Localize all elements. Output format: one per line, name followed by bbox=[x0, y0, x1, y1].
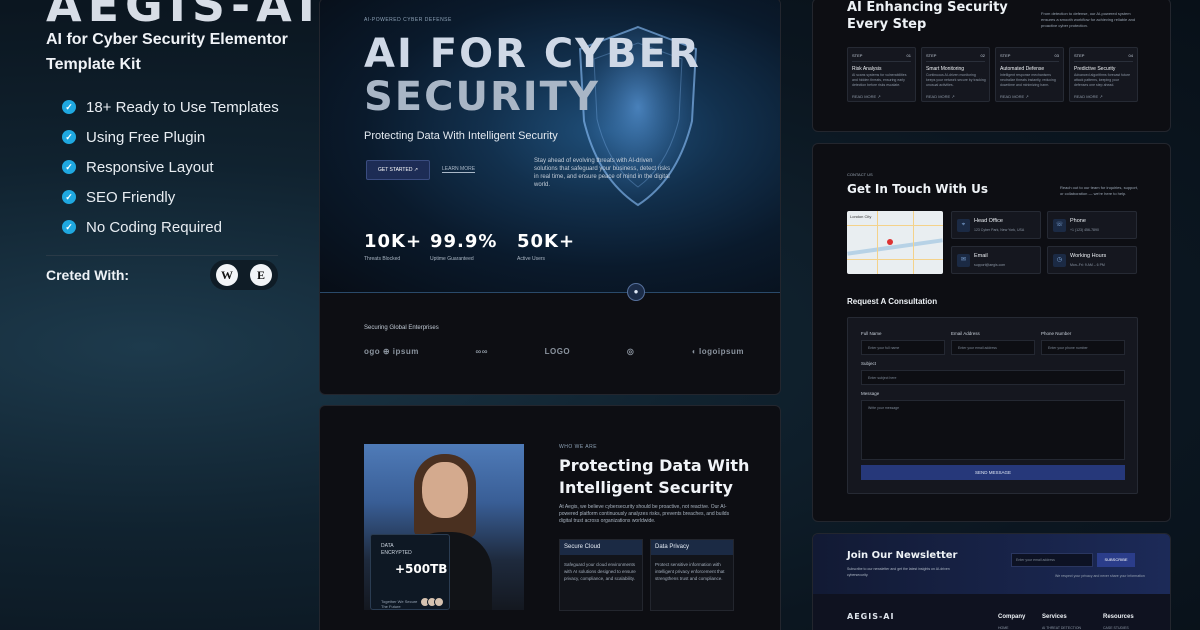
get-started-button[interactable]: GET STARTED ↗ bbox=[366, 160, 430, 180]
location-map[interactable]: London City bbox=[847, 211, 943, 274]
hero-description: Stay ahead of evolving threats with AI-d… bbox=[534, 158, 671, 188]
data-encrypted-card: DATA ENCRYPTED +500TB Together We Secure… bbox=[370, 534, 450, 610]
email-input[interactable]: Enter your email address bbox=[951, 340, 1035, 355]
stat-threats: 10K+ Threats Blocked bbox=[364, 231, 423, 262]
newsletter-preview: Join Our Newsletter Subscribe to our new… bbox=[812, 533, 1171, 630]
client-logo: ∞∞ bbox=[475, 347, 488, 356]
about-tag: WHO WE ARE bbox=[559, 444, 598, 450]
stat-users: 50K+ Active Users bbox=[517, 231, 576, 262]
newsletter-note: We respect your privacy and never share … bbox=[1055, 574, 1145, 578]
consultation-form: Full Name Email Address Phone Number Ent… bbox=[847, 317, 1138, 494]
check-icon: ✓ bbox=[62, 220, 76, 234]
step-card: STEP 01 Risk Analysis AI scans systems for… bbox=[847, 47, 916, 102]
phone-input[interactable]: Enter your phone number bbox=[1041, 340, 1125, 355]
steps-description: From detection to defense, our AI-powere… bbox=[1041, 11, 1136, 28]
check-icon: ✓ bbox=[62, 100, 76, 114]
hero-title: AI FOR CYBER SECURITY bbox=[364, 31, 701, 120]
footer-link[interactable]: CASE STUDIES bbox=[1103, 626, 1129, 630]
read-more-link[interactable]: READ MORE ↗ bbox=[1074, 94, 1103, 99]
hero-subtitle: Protecting Data With Intelligent Securit… bbox=[364, 130, 558, 142]
steps-heading: AI Enhancing Security Every Step bbox=[847, 0, 1008, 32]
created-with: Creted With: W E bbox=[46, 255, 278, 293]
avatar bbox=[434, 597, 444, 607]
client-logo: ◖ logoipsum bbox=[690, 347, 744, 356]
logos-title: Securing Global Enterprises bbox=[364, 325, 439, 331]
check-icon: ✓ bbox=[62, 160, 76, 174]
info-head-office: ⌖ Head Office 123 Cyber Park, New York, US… bbox=[951, 211, 1041, 239]
contact-preview: CONTACT US Get In Touch With Us Reach ou… bbox=[812, 143, 1171, 522]
hero-tag: AI-POWERED CYBER DEFENSE bbox=[364, 17, 452, 23]
scroll-down-icon[interactable]: ● bbox=[627, 283, 645, 301]
stat-uptime: 99.9% Uptime Guaranteed bbox=[430, 231, 498, 262]
kit-title: AI for Cyber Security Elementor Template… bbox=[46, 31, 288, 73]
created-label: Creted With: bbox=[46, 266, 130, 283]
read-more-link[interactable]: READ MORE ↗ bbox=[926, 94, 955, 99]
full-name-input[interactable]: Enter your full name bbox=[861, 340, 945, 355]
client-logos: ogo ⊕ ipsum ∞∞ LOGO ◎ ◖ logoipsum bbox=[364, 347, 744, 356]
newsletter-heading: Join Our Newsletter bbox=[847, 550, 958, 561]
location-icon: ⌖ bbox=[957, 219, 970, 232]
hero-preview: AI-POWERED CYBER DEFENSE AI FOR CYBER SE… bbox=[319, 0, 781, 395]
contact-description: Reach out to our team for inquiries, sup… bbox=[1060, 185, 1139, 196]
feature-list: ✓ 18+ Ready to Use Templates ✓ Using Free … bbox=[62, 92, 279, 242]
client-logo: ◎ bbox=[626, 347, 635, 356]
feature-card-secure-cloud: Secure Cloud Safeguard your cloud enviro… bbox=[559, 539, 643, 611]
wordpress-icon: W bbox=[216, 264, 238, 286]
avatar-group bbox=[420, 597, 444, 607]
read-more-link[interactable]: READ MORE ↗ bbox=[1000, 94, 1029, 99]
footer-col-services: Services bbox=[1042, 614, 1067, 620]
check-icon: ✓ bbox=[62, 130, 76, 144]
newsletter-description: Subscribe to our newsletter and get the … bbox=[847, 567, 950, 577]
form-heading: Request A Consultation bbox=[847, 297, 938, 306]
step-card: STEP 04 Predictive Security Advanced algor… bbox=[1069, 47, 1138, 102]
feature-item: ✓ SEO Friendly bbox=[62, 182, 279, 212]
footer-link[interactable]: HOME bbox=[998, 626, 1009, 630]
send-message-button[interactable]: SEND MESSAGE bbox=[861, 465, 1125, 480]
step-card: STEP 03 Automated Defense Intelligent resp… bbox=[995, 47, 1064, 102]
footer-link[interactable]: AI THREAT DETECTION bbox=[1042, 626, 1081, 630]
phone-icon: ☏ bbox=[1053, 219, 1066, 232]
step-card: STEP 02 Smart Monitoring Continuous AI-dri… bbox=[921, 47, 990, 102]
hero-background: AI-POWERED CYBER DEFENSE AI FOR CYBER SE… bbox=[320, 0, 780, 293]
learn-more-link[interactable]: LEARN MORE bbox=[442, 166, 476, 173]
client-logo: ogo ⊕ ipsum bbox=[364, 347, 419, 356]
about-heading: Protecting Data With Intelligent Securit… bbox=[559, 456, 750, 497]
read-more-link[interactable]: READ MORE ↗ bbox=[852, 94, 881, 99]
about-paragraph: At Aegis, we believe cybersecurity shoul… bbox=[559, 504, 730, 524]
footer-brand: AEGIS-AI bbox=[847, 612, 895, 621]
info-phone: ☏ Phone +1 (123) 456-7890 bbox=[1047, 211, 1137, 239]
about-preview: DATA ENCRYPTED +500TB Together We Secure… bbox=[319, 405, 781, 630]
client-logo: LOGO bbox=[544, 347, 571, 356]
mail-icon: ✉ bbox=[957, 254, 970, 267]
elementor-icon: E bbox=[250, 264, 272, 286]
footer-col-company: Company bbox=[998, 614, 1026, 620]
map-pin-icon bbox=[887, 239, 893, 245]
feature-item: ✓ Responsive Layout bbox=[62, 152, 279, 182]
plugin-badges: W E bbox=[210, 260, 278, 290]
feature-card-data-privacy: Data Privacy Protect sensitive informati… bbox=[650, 539, 734, 611]
subject-input[interactable]: Enter subject here bbox=[861, 370, 1125, 385]
info-working-hours: ◷ Working Hours Mon–Fri: 9 AM – 6 PM bbox=[1047, 246, 1137, 274]
contact-tag: CONTACT US bbox=[847, 172, 873, 177]
footer-col-resources: Resources bbox=[1103, 614, 1134, 620]
feature-item: ✓ Using Free Plugin bbox=[62, 122, 279, 152]
clock-icon: ◷ bbox=[1053, 254, 1066, 267]
check-icon: ✓ bbox=[62, 190, 76, 204]
message-textarea[interactable]: Write your message bbox=[861, 400, 1125, 460]
subscribe-button[interactable]: SUBSCRIBE bbox=[1097, 553, 1135, 567]
feature-item: ✓ 18+ Ready to Use Templates bbox=[62, 92, 279, 122]
steps-preview: AI Enhancing Security Every Step From det… bbox=[812, 0, 1171, 132]
feature-item: ✓ No Coding Required bbox=[62, 212, 279, 242]
newsletter-email-input[interactable]: Enter your email address bbox=[1011, 553, 1093, 567]
info-email: ✉ Email support@aegis.com bbox=[951, 246, 1041, 274]
contact-heading: Get In Touch With Us bbox=[847, 182, 988, 196]
